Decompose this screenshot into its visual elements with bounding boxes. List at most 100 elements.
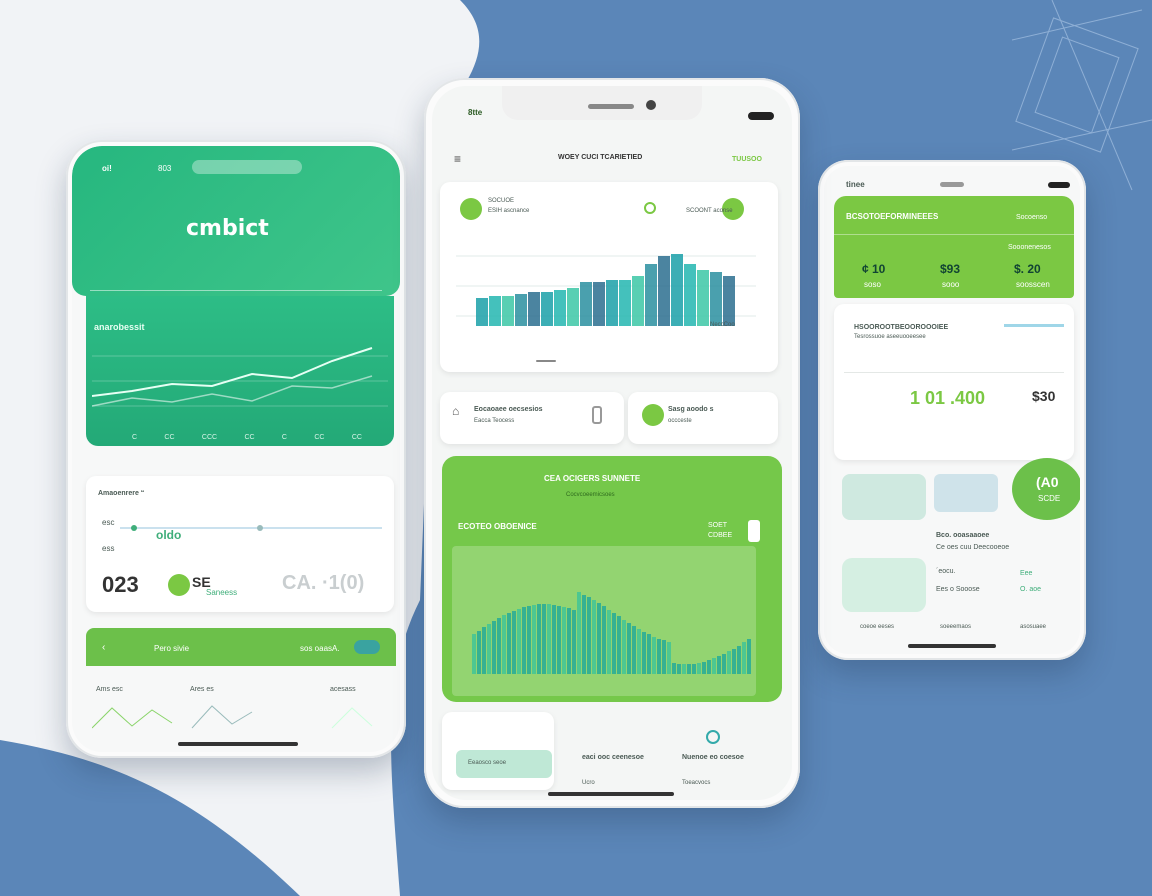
- bar-decoration: [642, 632, 646, 674]
- row-label: ´eocu.: [936, 568, 956, 575]
- bottom-left-label: Eeaosco seoe: [468, 760, 507, 766]
- x-tick: CC: [164, 434, 175, 441]
- menu-icon[interactable]: ≡: [454, 152, 461, 166]
- bar-decoration: [502, 615, 506, 674]
- home-indicator: [908, 644, 996, 648]
- bar-decoration: [697, 270, 709, 326]
- stat1-toggle[interactable]: [644, 202, 656, 214]
- list-separator: [844, 372, 1064, 373]
- bar-decoration: [607, 610, 611, 674]
- brand-logo: cmbict: [186, 216, 269, 241]
- center-phone-screen: 8tte ≡ WOEY CUCI TCARIETIED TUUSOO SOCUO…: [432, 86, 792, 800]
- bottom-right-title: Nuenoe eo coesoe: [682, 754, 744, 761]
- bar-decoration: [541, 292, 553, 326]
- bar-decoration: [662, 640, 666, 674]
- bottom-col-label: Ares es: [190, 686, 214, 693]
- bar-decoration: [512, 611, 516, 674]
- amount-secondary: $30: [1032, 388, 1056, 404]
- right-tile-green[interactable]: [842, 558, 926, 612]
- bar-decoration: [580, 282, 592, 326]
- right-header-title: BCSOTOEFORMINEEES: [846, 212, 939, 221]
- bar-decoration: [632, 626, 636, 674]
- center-phone: 8tte ≡ WOEY CUCI TCARIETIED TUUSOO SOCUO…: [424, 78, 800, 808]
- row-value: O. aoe: [1020, 586, 1042, 593]
- bar-decoration: [606, 280, 618, 326]
- x-tick: C: [281, 434, 287, 441]
- row-card-right-title: Sasg aoodo s: [668, 406, 714, 413]
- list-progress: [1004, 324, 1064, 327]
- bar-decoration: [742, 642, 746, 674]
- bar-decoration: [557, 606, 561, 674]
- bar-decoration: [507, 613, 511, 674]
- bar-decoration: [517, 609, 521, 674]
- bar-decoration: [537, 604, 541, 674]
- right-tile[interactable]: [842, 474, 926, 520]
- center-bar-chart: [456, 254, 756, 326]
- footer-label: soeeemaos: [940, 624, 972, 630]
- bar-decoration: [492, 621, 496, 674]
- phone-icon: [592, 406, 602, 424]
- bar-decoration: [617, 616, 621, 674]
- status-carrier: tinee: [846, 180, 865, 189]
- status-carrier: oi!: [102, 164, 112, 173]
- row-card-left-title: Eocaoaee oecsesios: [474, 406, 543, 413]
- home-indicator: [178, 742, 298, 746]
- bar-decoration: [593, 282, 605, 326]
- right-phone: tinee BCSOTOEFORMINEEES Socoenso Sooonen…: [818, 160, 1086, 660]
- bar-decoration: [727, 651, 731, 674]
- list-title: HSOOROOTBEOOROOOIEE: [854, 324, 949, 331]
- stat-label: soosscen: [1016, 280, 1050, 289]
- bar-decoration: [645, 264, 657, 326]
- amount-primary: 1 01 .400: [910, 388, 986, 408]
- row-label: Ees o Sooose: [936, 586, 980, 593]
- notch: [502, 86, 702, 120]
- bar-decoration: [652, 637, 656, 674]
- bar-decoration: [627, 623, 631, 674]
- green-inner-title: ECOTEO OBOENICE: [458, 522, 537, 531]
- speaker: [940, 182, 964, 187]
- right-phone-screen: tinee BCSOTOEFORMINEEES Socoenso Sooonen…: [824, 166, 1080, 654]
- summary-badge: [168, 574, 190, 596]
- header-right[interactable]: TUUSOO: [732, 156, 762, 163]
- bar-decoration: [671, 254, 683, 326]
- back-chevron-icon[interactable]: ‹: [102, 642, 105, 653]
- left-chart-title: anarobessit: [94, 322, 145, 332]
- footer-label: coeoe eeses: [860, 624, 895, 630]
- bar-decoration: [597, 603, 601, 674]
- bar-decoration: [637, 629, 641, 674]
- bar-decoration: [697, 663, 701, 674]
- camera: [646, 100, 656, 110]
- bar-decoration: [554, 290, 566, 326]
- bar-decoration: [528, 292, 540, 326]
- bar-decoration: [472, 634, 476, 674]
- bottom-right-sub: Toeacvocs: [682, 780, 711, 786]
- green-toggle[interactable]: [748, 520, 760, 542]
- bar-decoration: [619, 280, 631, 326]
- left-line-chart: [92, 347, 388, 407]
- bar-decoration: [702, 662, 706, 674]
- bottom-bar-toggle[interactable]: [354, 640, 380, 654]
- green-inner-right2: CDBEE: [708, 532, 733, 539]
- bar-decoration: [632, 276, 644, 326]
- list-sub: Tesrossuoe aseeuooeesee: [854, 334, 926, 340]
- bar-decoration: [532, 605, 536, 674]
- home-indicator: [548, 792, 674, 796]
- bottom-right-icon: [706, 730, 720, 744]
- bar-decoration: [677, 664, 681, 674]
- stat1-label: SOCUOE: [488, 198, 515, 204]
- row-value: Eee: [1020, 570, 1033, 577]
- right-tile[interactable]: [934, 474, 998, 512]
- status-pill: [192, 160, 302, 174]
- bar-decoration: [489, 296, 501, 326]
- bar-decoration: [672, 663, 676, 674]
- footer-label: asosuaee: [1020, 624, 1047, 630]
- left-bottom-bar[interactable]: [86, 628, 396, 666]
- bar-decoration: [722, 654, 726, 674]
- pin-icon: ⌂: [452, 404, 460, 418]
- badge-value: (A0: [1036, 474, 1059, 490]
- bar-decoration: [567, 608, 571, 674]
- green-inner-right: SOET: [708, 522, 728, 529]
- stat-value: $93: [940, 262, 961, 276]
- bottom-mid-sub: Ucro: [582, 780, 595, 786]
- stat1-sub: ESIH ascnance: [488, 208, 530, 214]
